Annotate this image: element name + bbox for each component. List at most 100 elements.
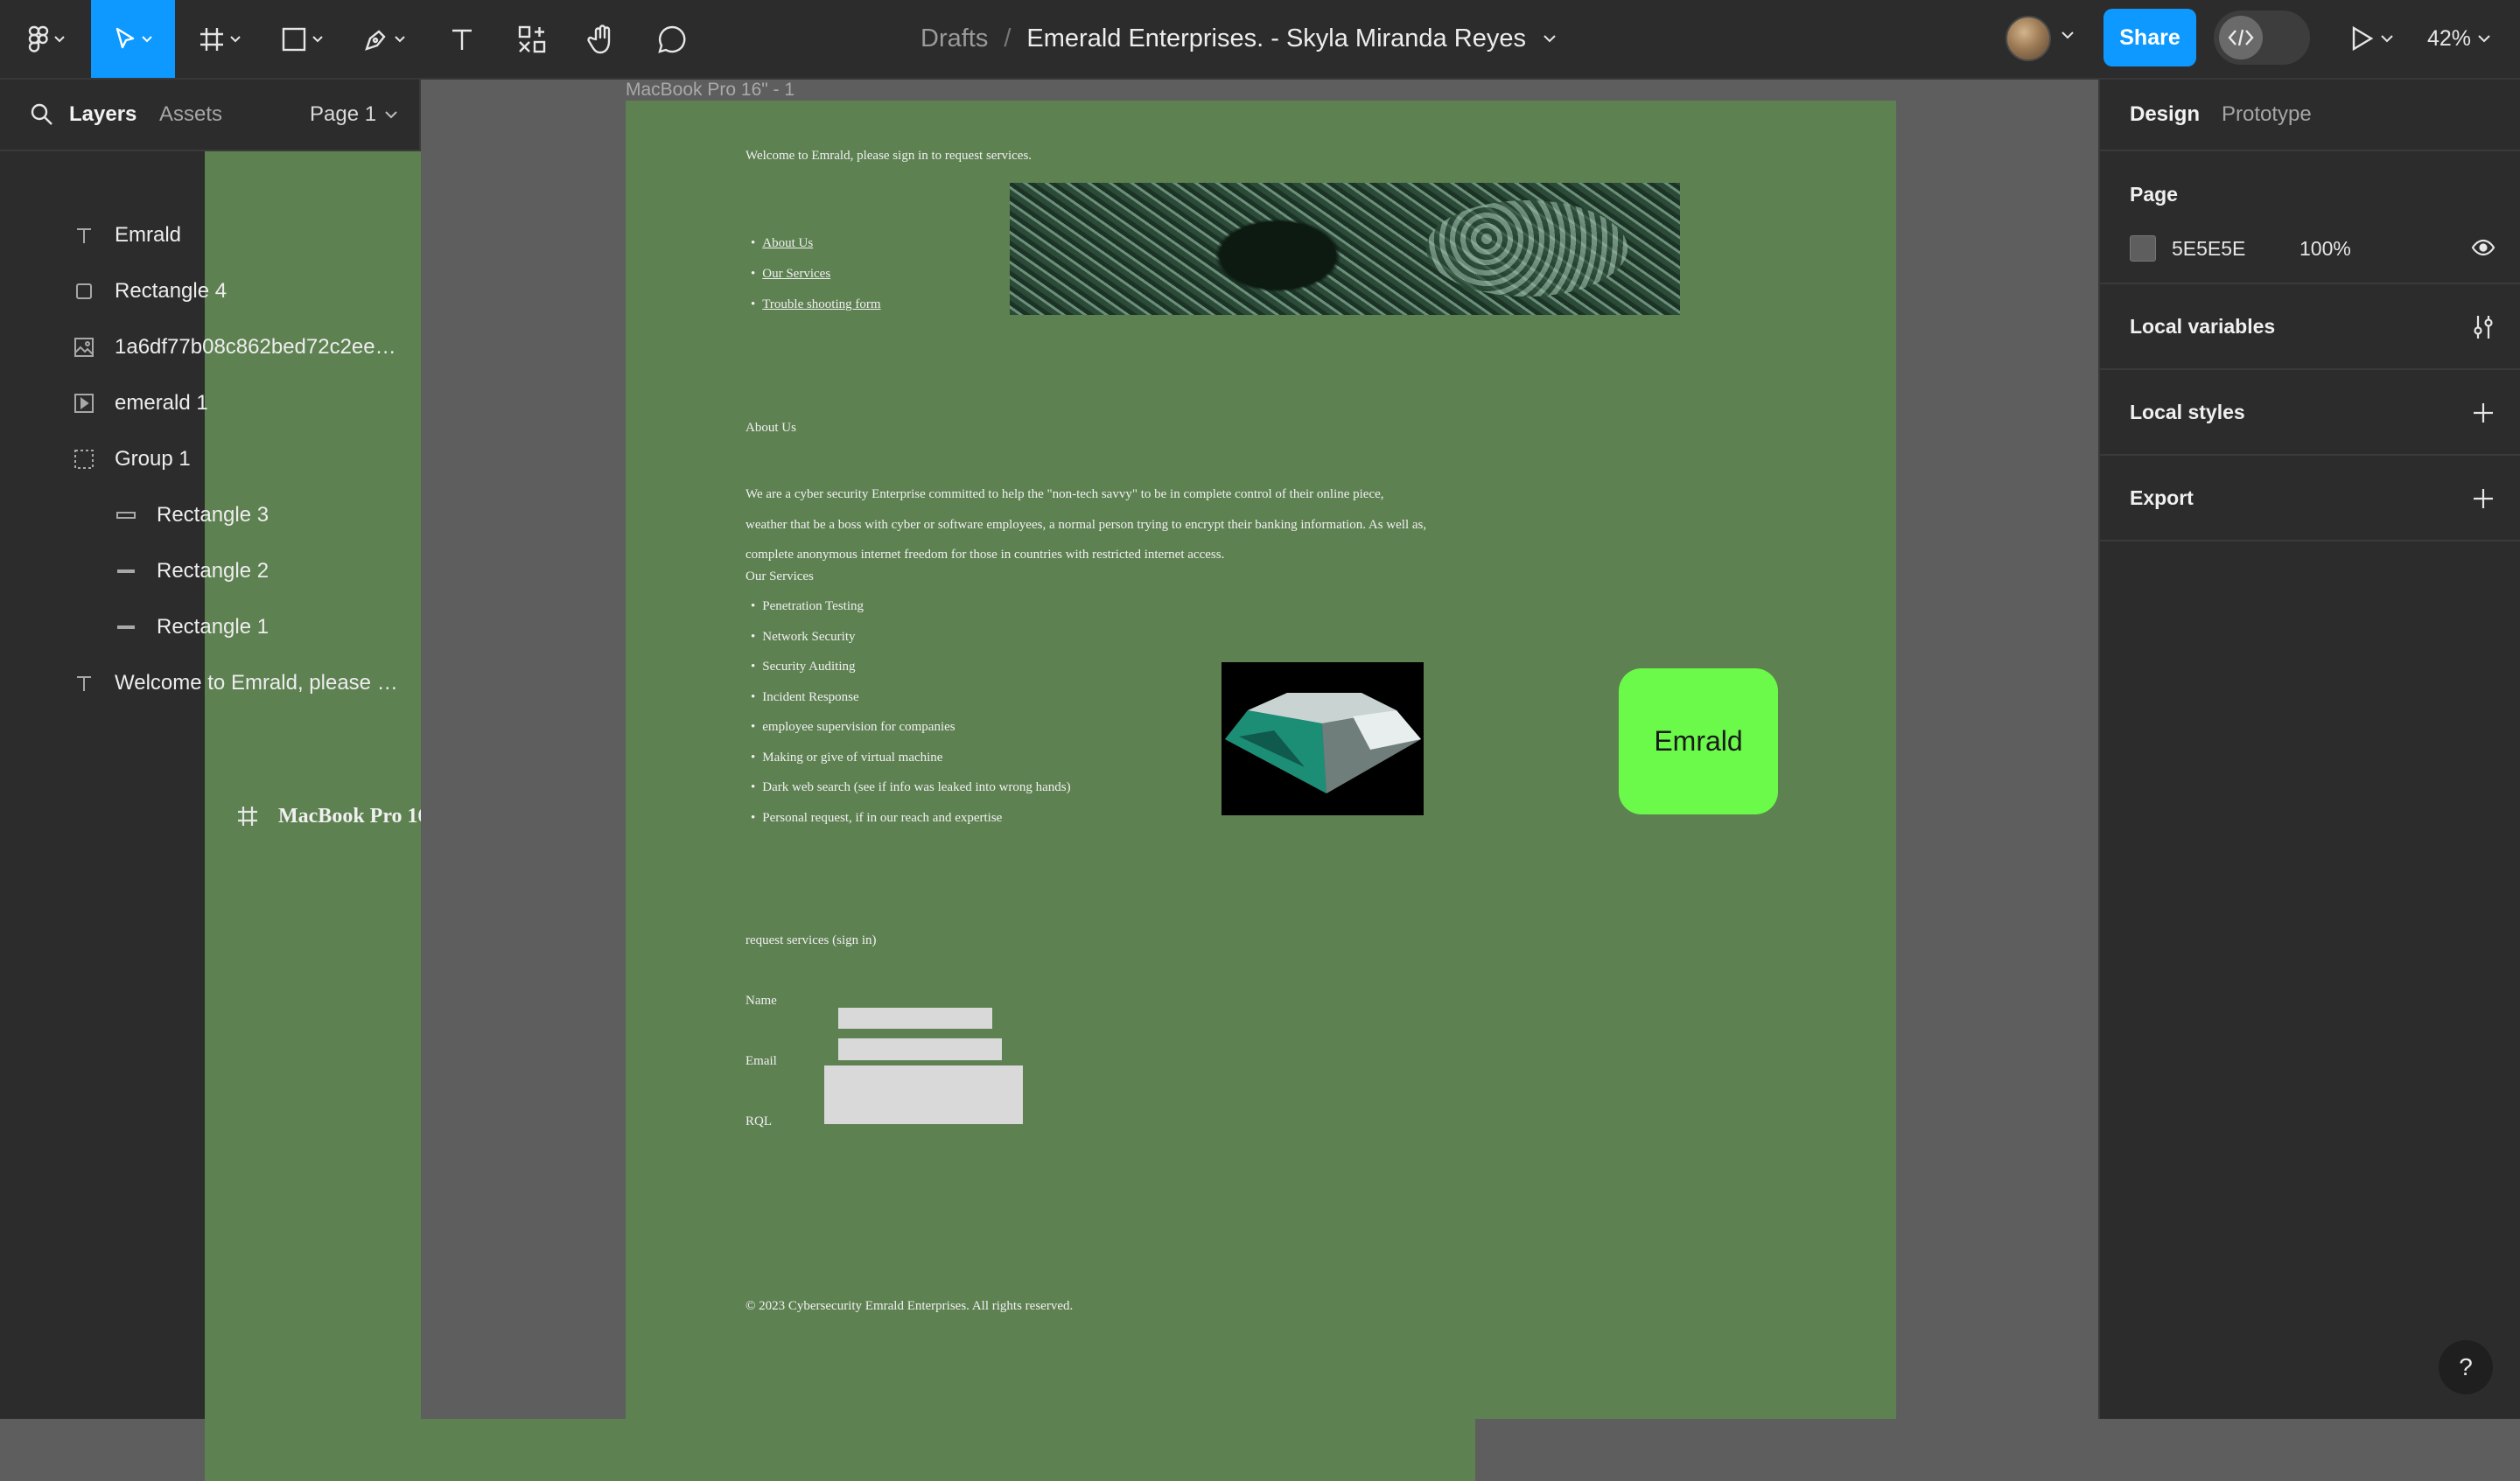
text-icon [71, 670, 97, 696]
avatar[interactable] [2006, 16, 2051, 61]
services-heading[interactable]: Our Services [746, 569, 814, 584]
page-selector[interactable]: Page 1 [310, 102, 397, 127]
rectangle-icon [71, 278, 97, 304]
zoom-menu[interactable]: 42% [2427, 0, 2490, 78]
plus-icon[interactable] [2472, 402, 2495, 424]
about-paragraph[interactable]: We are a cyber security Enterprise commi… [746, 479, 1620, 570]
frame-tool-icon [200, 27, 223, 51]
hand-tool-button[interactable] [578, 0, 626, 78]
welcome-text[interactable]: Welcome to Emrald, please sign in to req… [746, 149, 1032, 164]
components-icon [518, 25, 546, 52]
emerald-gem-video[interactable] [1222, 662, 1424, 815]
line-icon [113, 614, 139, 640]
properties-panel: Design Prototype Page 5E5E5E 100% Local … [2098, 80, 2520, 1419]
chevron-down-icon[interactable] [1544, 35, 1556, 43]
about-line: We are a cyber security Enterprise commi… [746, 487, 1384, 501]
top-toolbar: Drafts / Emerald Enterprises. - Skyla Mi… [0, 0, 2520, 80]
layer-label: emerald 1 [115, 391, 208, 415]
layer-label: Welcome to Emrald, please si... [115, 671, 403, 695]
about-heading[interactable]: About Us [746, 421, 796, 436]
nav-item[interactable]: Our Services [746, 267, 881, 297]
request-heading[interactable]: request services (sign in) [746, 933, 877, 948]
eye-icon[interactable] [2471, 239, 2496, 256]
nav-item[interactable]: About Us [746, 236, 881, 267]
rectangle-wide-icon [113, 502, 139, 528]
dev-mode-toggle[interactable] [2214, 10, 2310, 65]
chevron-down-icon [230, 35, 241, 42]
layer-item-emerald-1[interactable]: emerald 1 [0, 375, 419, 431]
variables-adjust-icon[interactable] [2471, 314, 2496, 340]
text-tool-button[interactable] [438, 0, 486, 78]
right-panel-tabs: Design Prototype [2100, 80, 2520, 151]
layer-item-rectangle-2[interactable]: Rectangle 2 [0, 543, 419, 599]
nav-link-about[interactable]: About Us [762, 236, 813, 251]
service-item: Network Security [746, 630, 1071, 660]
move-tool-icon [116, 27, 135, 48]
nav-item[interactable]: Trouble shooting form [746, 297, 880, 328]
move-tool-button[interactable] [91, 0, 175, 78]
emrald-button[interactable]: Emrald [1619, 668, 1778, 814]
canvas[interactable]: MacBook Pro 16" - 1 Welcome to Emrald, p… [421, 80, 2098, 1419]
search-icon[interactable] [30, 102, 54, 127]
pen-tool-button[interactable] [354, 0, 415, 78]
rql-field[interactable] [824, 1065, 1023, 1124]
page-color-swatch[interactable] [2130, 235, 2156, 262]
rectangle-tool-icon [282, 27, 306, 51]
nav-list: About Us Our Services Trouble shooting f… [746, 236, 881, 328]
nav-link-services[interactable]: Our Services [762, 267, 830, 282]
shape-tool-button[interactable] [271, 0, 332, 78]
tab-prototype[interactable]: Prototype [2222, 102, 2312, 127]
comment-tool-button[interactable] [648, 0, 696, 78]
image-icon [71, 334, 97, 360]
breadcrumb: Drafts / Emerald Enterprises. - Skyla Mi… [920, 0, 1556, 78]
layer-label: 1a6df77b08c862bed72c2ee1... [115, 335, 403, 359]
layer-item-group-1[interactable]: Group 1 [0, 431, 419, 487]
design-frame[interactable]: Welcome to Emrald, please sign in to req… [626, 101, 1896, 1419]
layer-item-emrald-text[interactable]: Emrald [0, 207, 419, 263]
pen-tool-icon [365, 29, 386, 51]
local-variables-section[interactable]: Local variables [2100, 284, 2520, 370]
tab-layers[interactable]: Layers [69, 102, 136, 127]
components-button[interactable] [508, 0, 556, 78]
email-field[interactable] [838, 1038, 1002, 1060]
comment-tool-icon [658, 25, 686, 53]
present-button[interactable] [2350, 24, 2396, 57]
layer-item-rectangle-1[interactable]: Rectangle 1 [0, 599, 419, 655]
page-selector-label: Page 1 [310, 102, 377, 126]
layer-item-rectangle-3[interactable]: Rectangle 3 [0, 487, 419, 543]
name-field[interactable] [838, 1008, 992, 1029]
tab-assets[interactable]: Assets [159, 102, 222, 127]
help-button[interactable]: ? [2439, 1340, 2493, 1394]
service-item: Making or give of virtual machine [746, 751, 1071, 781]
page-opacity[interactable]: 100% [2300, 237, 2351, 261]
chevron-down-icon[interactable] [2062, 31, 2074, 39]
email-label: Email [746, 1054, 777, 1068]
copyright-text[interactable]: © 2023 Cybersecurity Emrald Enterprises.… [746, 1299, 1073, 1314]
nav-link-troubleshooting[interactable]: Trouble shooting form [762, 297, 880, 312]
plus-icon[interactable] [2472, 487, 2495, 510]
chevron-down-icon [54, 35, 65, 42]
services-list[interactable]: Penetration Testing Network Security Sec… [746, 599, 1071, 841]
layer-item-image[interactable]: 1a6df77b08c862bed72c2ee1... [0, 319, 419, 375]
layer-item-rectangle-4[interactable]: Rectangle 4 [0, 263, 419, 319]
chevron-down-icon [385, 110, 397, 118]
local-styles-section[interactable]: Local styles [2100, 370, 2520, 456]
export-section[interactable]: Export [2100, 456, 2520, 541]
name-label: Name [746, 994, 777, 1008]
frame-icon [234, 803, 261, 829]
layer-item-welcome-text[interactable]: Welcome to Emrald, please si... [0, 655, 419, 711]
hand-tool-icon [587, 24, 611, 53]
frame-label[interactable]: MacBook Pro 16" - 1 [626, 80, 794, 101]
layer-label: Rectangle 3 [157, 503, 270, 527]
breadcrumb-drafts-link[interactable]: Drafts [920, 24, 988, 53]
file-name[interactable]: Emerald Enterprises. - Skyla Miranda Rey… [1026, 24, 1526, 53]
chevron-down-icon [2478, 35, 2490, 43]
frame-tool-button[interactable] [189, 0, 250, 78]
snake-texture-banner-image[interactable] [1010, 183, 1680, 315]
tab-design[interactable]: Design [2130, 102, 2200, 127]
page-color-hex[interactable]: 5E5E5E [2172, 237, 2245, 261]
share-button[interactable]: Share [2104, 9, 2196, 66]
chevron-down-icon [142, 35, 152, 42]
figma-menu-button[interactable] [16, 0, 77, 78]
page-section: Page [2100, 151, 2520, 284]
